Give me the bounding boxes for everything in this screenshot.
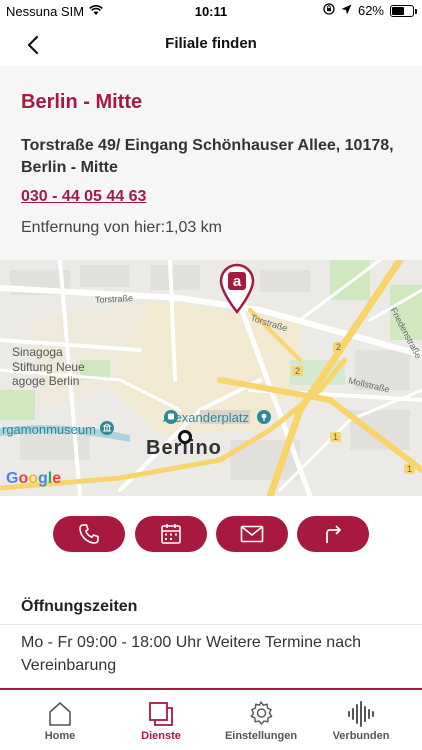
status-right: 62%: [323, 3, 417, 18]
calendar-icon: [161, 524, 181, 544]
phone-icon: [79, 524, 99, 544]
route-badge-1b: 1: [404, 464, 416, 474]
tab-label-connected: Verbunden: [332, 730, 390, 742]
svg-text:a: a: [233, 273, 242, 290]
battery-icon: [390, 4, 417, 17]
branch-address: Torstraße 49/ Eingang Schönhauser Allee,…: [21, 137, 394, 176]
home-icon: [10, 700, 110, 728]
sound-wave-icon: [311, 700, 411, 728]
call-button[interactable]: [53, 516, 125, 552]
opening-hours-text: Mo - Fr 09:00 - 18:00 Uhr Weitere Termin…: [21, 634, 361, 674]
tab-bar: Home Dienste Einstellungen Verbunden: [0, 688, 422, 750]
map-label-synagogue-berlin: agoge Berlin: [12, 374, 80, 388]
branch-info: Berlin - Mitte Torstraße 49/ Eingang Sch…: [0, 66, 422, 260]
tab-connected[interactable]: Verbunden: [311, 700, 411, 742]
location-arrow-icon: [341, 3, 352, 18]
appointment-button[interactable]: [135, 516, 207, 552]
map-label-synagogue: Sinagoga: [12, 345, 63, 359]
tab-label-settings: Einstellungen: [224, 730, 298, 742]
google-logo: Google: [6, 470, 62, 487]
map-label-museum: rgamonmuseum: [2, 422, 96, 437]
tab-settings[interactable]: Einstellungen: [211, 700, 311, 742]
current-location-dot: [178, 430, 192, 444]
battery-level: [392, 6, 405, 15]
directions-button[interactable]: [297, 516, 369, 552]
map-label-stiftung: Stiftung Neue: [12, 360, 85, 374]
directions-icon: [326, 525, 341, 543]
tab-services[interactable]: Dienste: [111, 700, 211, 742]
divider: [0, 624, 422, 625]
gear-icon: [211, 700, 311, 728]
route-badge-1a: 1: [330, 432, 342, 442]
tab-label-services: Dienste: [141, 730, 181, 742]
page-title: Filiale finden: [165, 35, 257, 52]
action-buttons: [0, 516, 422, 552]
map-label-torstrasse: Torstraße: [94, 293, 134, 305]
branch-name: Berlin - Mitte: [21, 91, 143, 113]
opening-hours-title: Öffnungszeiten: [21, 598, 138, 615]
navigation-bar: Filiale finden: [0, 22, 422, 66]
distance-text: Entfernung von hier:1,03 km: [21, 219, 223, 236]
services-icon: [111, 700, 211, 728]
mail-icon: [240, 525, 264, 543]
phone-link[interactable]: 030 - 44 05 44 63: [21, 188, 146, 206]
battery-percent: 62%: [357, 3, 384, 18]
status-bar: Nessuna SIM 10:11 62%: [0, 0, 422, 22]
email-button[interactable]: [216, 516, 288, 552]
tab-label-home: Home: [44, 730, 76, 742]
route-badge-2b: 2: [292, 366, 304, 376]
map-view[interactable]: Torstraße Torstraße Friedenstraße Mollst…: [0, 260, 422, 496]
orientation-lock-icon: [323, 3, 335, 18]
tab-home[interactable]: Home: [10, 700, 110, 742]
route-badge-2a: 2: [333, 342, 345, 352]
